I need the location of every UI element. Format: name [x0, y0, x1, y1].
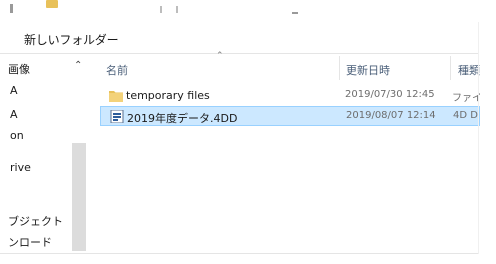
address-bar-area: [0, 0, 496, 22]
window-edge: [478, 22, 479, 254]
column-header-name[interactable]: 名前: [106, 62, 128, 78]
path-separator: [176, 6, 178, 13]
new-folder-button[interactable]: 新しいフォルダー: [24, 31, 119, 48]
column-separator[interactable]: [339, 56, 340, 80]
4d-data-file-icon: [110, 110, 124, 123]
folder-icon: [46, 0, 58, 8]
folder-icon: [109, 91, 123, 102]
file-row-4dd[interactable]: 2019年度データ.4DD 2019/08/07 12:14 4D D: [100, 106, 480, 126]
status-divider: [0, 253, 478, 254]
nav-scrollbar-thumb[interactable]: [72, 143, 86, 251]
file-modified: 2019/08/07 12:14: [346, 110, 436, 121]
file-modified: 2019/07/30 12:45: [345, 89, 435, 100]
file-name: temporary files: [126, 89, 210, 102]
sort-ascending-icon: ⌃: [216, 51, 224, 61]
column-header-type[interactable]: 種類: [458, 62, 480, 78]
file-name: 2019年度データ.4DD: [127, 112, 238, 125]
file-type: ファイル: [452, 93, 480, 104]
minimize-icon[interactable]: [292, 12, 298, 14]
column-separator[interactable]: [450, 56, 451, 80]
nav-item-3d-objects[interactable]: ブジェクト: [8, 213, 63, 229]
file-type: 4D D: [453, 110, 478, 121]
path-separator: [160, 6, 162, 13]
column-header-modified[interactable]: 更新日時: [346, 62, 390, 78]
nav-item-on[interactable]: on: [10, 129, 24, 142]
nav-item-downloads[interactable]: ンロード: [8, 234, 52, 250]
nav-item-a1[interactable]: A: [10, 84, 18, 97]
nav-item-a2[interactable]: A: [10, 108, 18, 121]
chevron-up-icon[interactable]: ⌃: [74, 60, 82, 71]
nav-item-pictures[interactable]: 画像: [8, 61, 30, 77]
pin-icon[interactable]: [10, 4, 13, 13]
file-row-temporary-files[interactable]: temporary files 2019/07/30 12:45 ファイル: [100, 86, 480, 106]
nav-item-onedrive[interactable]: rive: [10, 161, 31, 174]
